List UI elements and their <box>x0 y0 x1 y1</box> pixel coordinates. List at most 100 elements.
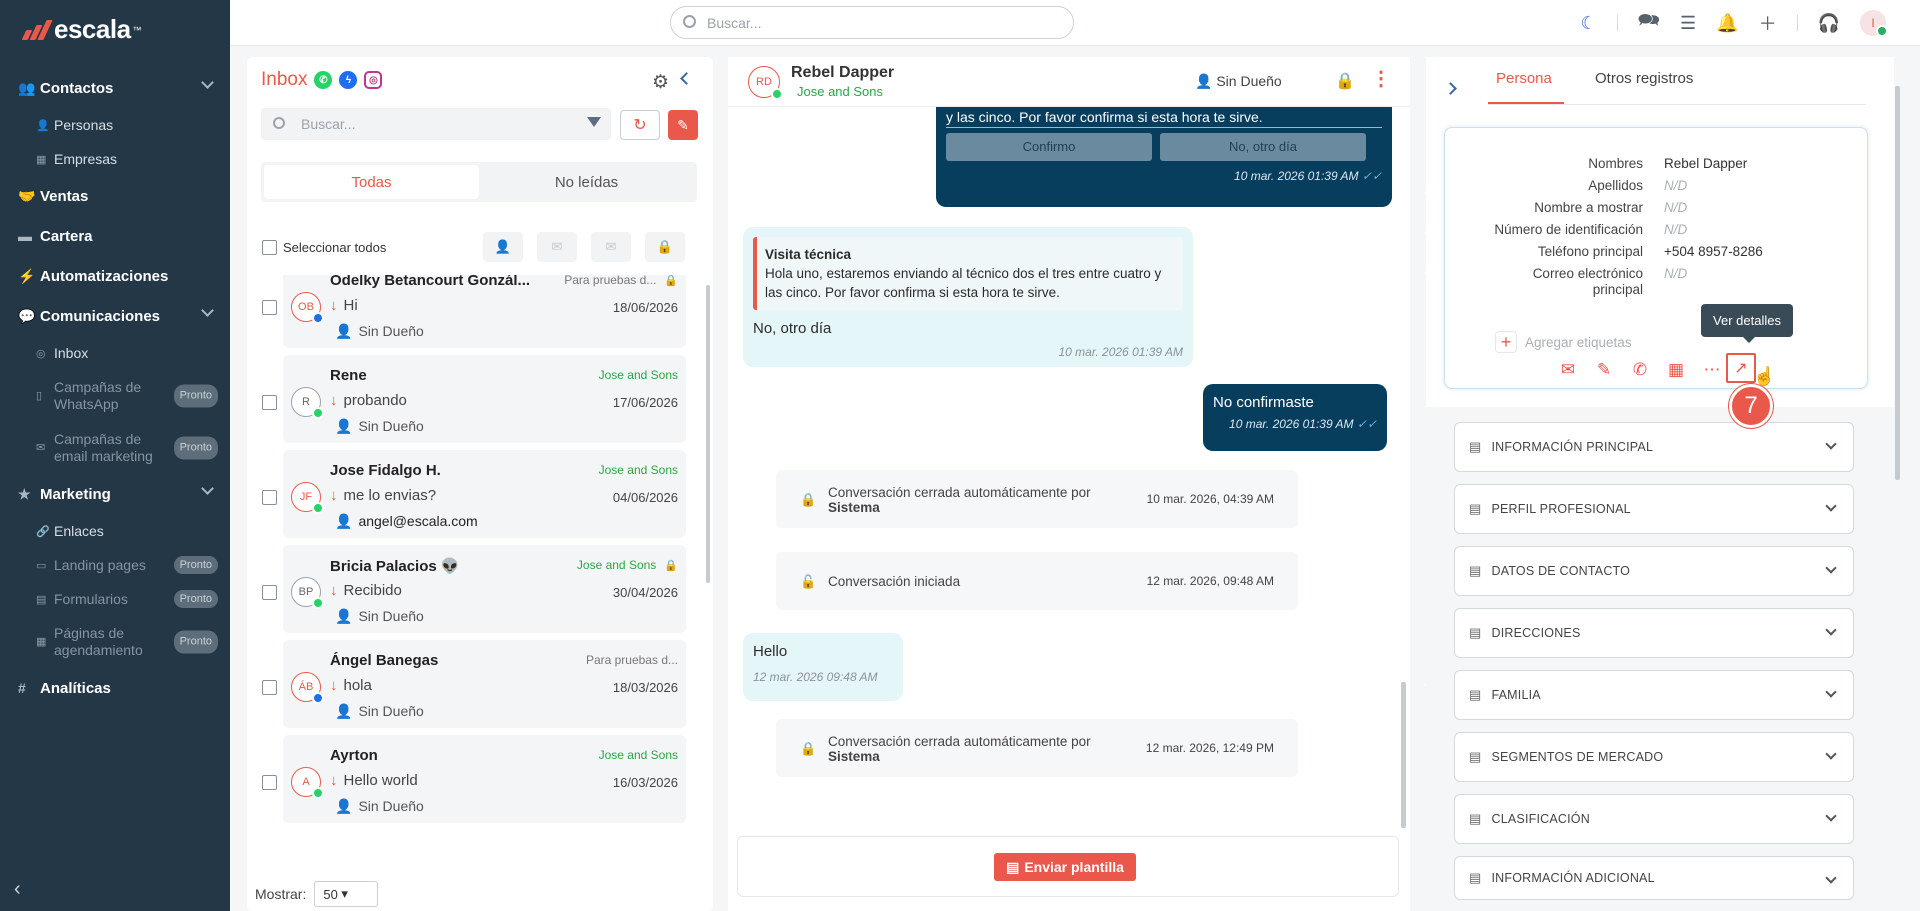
conversation-card[interactable]: OB Odelky Betancourt Gonzál... Para prue… <box>283 275 686 348</box>
detail-scrollbar[interactable] <box>1895 86 1900 480</box>
nav-marketing[interactable]: ★ Marketing <box>0 474 230 514</box>
tab-todas[interactable]: Todas <box>264 165 479 199</box>
select-all-label: Seleccionar todos <box>283 240 387 255</box>
nav-analiticas[interactable]: # Analíticas <box>0 668 1437 708</box>
bell-icon[interactable]: 🔔 <box>1716 13 1738 34</box>
section-title: DIRECCIONES <box>1491 626 1581 640</box>
nav-contactos[interactable]: 👥 Contactos <box>0 68 230 108</box>
owner-text: Sin Dueño <box>358 798 424 814</box>
section-familia[interactable]: ▤ FAMILIA <box>1454 670 1854 720</box>
calendar-icon[interactable]: ▦ <box>1665 360 1687 380</box>
assign-owner-button[interactable]: 👤 <box>483 232 523 262</box>
conversation-row[interactable]: BP Bricia Palacios 👽 Jose and Sons 🔒 ↓ Rec… <box>247 545 713 633</box>
section-direcciones[interactable]: ▤ DIRECCIONES <box>1454 608 1854 658</box>
mark-unread-button[interactable]: ✉ <box>591 232 631 262</box>
logo[interactable]: escala ™ <box>21 14 142 45</box>
ai-assistant-icon[interactable]: ☾ <box>1580 13 1596 34</box>
list-icon[interactable]: ☰ <box>1680 13 1696 34</box>
inbox-scrollbar[interactable] <box>706 285 710 583</box>
chat-scrollbar[interactable] <box>1401 682 1406 828</box>
mail-icon[interactable]: ✉ <box>1557 360 1579 380</box>
phone-icon[interactable]: ✆ <box>1629 360 1651 380</box>
gear-icon[interactable]: ⚙ <box>652 71 669 94</box>
add-tags-button[interactable]: + Agregar etiquetas <box>1495 331 1632 353</box>
more-vertical-icon[interactable]: ⋮ <box>1371 68 1391 90</box>
support-icon[interactable]: 🎧 <box>1818 13 1840 34</box>
mark-read-button[interactable]: ✉ <box>537 232 577 262</box>
chat-company[interactable]: Jose and Sons <box>797 84 883 99</box>
global-search-input[interactable]: Buscar... <box>670 6 1074 39</box>
view-details-button[interactable]: ↗ <box>1726 353 1756 383</box>
tab-otros-registros[interactable]: Otros registros <box>1595 70 1693 87</box>
nav-personas[interactable]: 👤 Personas <box>0 108 230 142</box>
tag-icon: ▤ <box>1469 687 1482 702</box>
conversation-card[interactable]: A Ayrton Jose and Sons ↓ Hello world 16/0… <box>283 735 686 823</box>
tab-persona[interactable]: Persona <box>1496 70 1552 87</box>
nav-landing[interactable]: ▭ Landing pages Pronto <box>0 548 230 582</box>
conversation-row[interactable]: OB Odelky Betancourt Gonzál... Para prue… <box>247 275 713 348</box>
inbox-search-input[interactable]: Buscar... <box>261 108 611 140</box>
nav-empresas[interactable]: ▦ Empresas <box>0 142 230 176</box>
collapse-sidebar-icon[interactable]: ‹ <box>14 878 21 901</box>
chevron-right-icon[interactable] <box>1444 82 1457 95</box>
section-informacion-adicional[interactable]: ▤ INFORMACIÓN ADICIONAL <box>1454 856 1854 900</box>
collapse-inbox-icon[interactable] <box>680 72 693 85</box>
refresh-button[interactable]: ↻ <box>620 110 660 140</box>
conversation-row[interactable]: JF Jose Fidalgo H. Jose and Sons ↓ me lo … <box>247 450 713 538</box>
chat-contact-name[interactable]: Rebel Dapper <box>791 64 894 82</box>
row-checkbox[interactable] <box>262 585 277 600</box>
message-time: 10 mar. 2026 01:39 AM ✓✓ <box>1213 417 1377 431</box>
whatsapp-badge-icon <box>312 787 324 799</box>
nav-campanas-whatsapp[interactable]: ▯ Campañas de WhatsApp Pronto <box>0 370 230 422</box>
nav-campanas-email[interactable]: ✉ Campañas de email marketing Pronto <box>0 422 230 474</box>
chat-owner[interactable]: 👤 Sin Dueño <box>1195 73 1282 90</box>
row-checkbox[interactable] <box>262 395 277 410</box>
row-checkbox[interactable] <box>262 775 277 790</box>
event-text: Conversación cerrada automáticamente por <box>828 485 1091 500</box>
send-template-button[interactable]: ▤ Enviar plantilla <box>994 853 1136 881</box>
lock-icon[interactable]: 🔒 <box>1335 71 1355 91</box>
section-clasificacion[interactable]: ▤ CLASIFICACIÓN <box>1454 794 1854 844</box>
nav-paginas-agendamiento[interactable]: ▦ Páginas de agendamiento Pronto <box>0 616 230 668</box>
user-avatar[interactable]: I <box>1860 10 1888 37</box>
contact-avatar[interactable]: RD <box>748 66 783 100</box>
section-perfil-profesional[interactable]: ▤ PERFIL PROFESIONAL <box>1454 484 1854 534</box>
nav-enlaces[interactable]: 🔗 Enlaces <box>0 514 230 548</box>
company-tag: Jose and Sons <box>599 463 678 477</box>
conversation-row[interactable]: ÁB Ángel Banegas Para pruebas d... ↓ hola… <box>247 640 713 728</box>
conversation-card[interactable]: ÁB Ángel Banegas Para pruebas d... ↓ hola… <box>283 640 686 728</box>
row-checkbox[interactable] <box>262 490 277 505</box>
tab-no-leidas[interactable]: No leídas <box>479 165 694 199</box>
page-size-select[interactable]: 50 ▾ <box>314 881 379 907</box>
chat-bubbles-icon[interactable]: 🗪 <box>1638 8 1660 38</box>
event-time: 10 mar. 2026, 04:39 AM <box>1146 492 1274 506</box>
section-segmentos-de-mercado[interactable]: ▤ SEGMENTOS DE MERCADO <box>1454 732 1854 782</box>
nav-formularios[interactable]: ▤ Formularios Pronto <box>0 582 230 616</box>
nav-ventas[interactable]: 🤝 Ventas <box>0 176 1437 216</box>
plus-icon[interactable]: ＋ <box>1759 10 1777 36</box>
row-checkbox[interactable] <box>262 300 277 315</box>
select-all[interactable]: Seleccionar todos <box>262 240 386 255</box>
conversation-card[interactable]: BP Bricia Palacios 👽 Jose and Sons 🔒 ↓ Rec… <box>283 545 686 633</box>
section-datos-de-contacto[interactable]: ▤ DATOS DE CONTACTO <box>1454 546 1854 596</box>
close-conversation-button[interactable]: 🔒 <box>645 232 685 262</box>
conversation-row[interactable]: A Ayrton Jose and Sons ↓ Hello world 16/0… <box>247 735 713 823</box>
filter-icon[interactable] <box>587 117 601 127</box>
quick-reply-button[interactable]: No, otro día <box>1160 133 1366 161</box>
conversation-card[interactable]: JF Jose Fidalgo H. Jose and Sons ↓ me lo … <box>283 450 686 538</box>
nav-automatizaciones[interactable]: ⚡ Automatizaciones <box>0 256 1437 296</box>
nav-inbox[interactable]: ◎ Inbox <box>0 336 230 370</box>
row-checkbox[interactable] <box>262 680 277 695</box>
section-informacion-principal[interactable]: ▤ INFORMACIÓN PRINCIPAL <box>1454 422 1854 472</box>
compose-button[interactable]: ✎ <box>668 110 698 140</box>
edit-icon[interactable]: ✎ <box>1593 360 1615 380</box>
conversation-row[interactable]: R Rene Jose and Sons ↓ probando 17/06/202… <box>247 355 713 443</box>
nav-cartera[interactable]: ▬ Cartera <box>0 216 1437 256</box>
more-horizontal-icon[interactable]: ⋯ <box>1701 360 1723 380</box>
nav-comunicaciones[interactable]: 💬 Comunicaciones <box>0 296 230 336</box>
quick-reply-button[interactable]: Confirmo <box>946 133 1152 161</box>
contact-avatar: R <box>291 387 324 419</box>
person-icon: 👤 <box>335 608 353 624</box>
select-all-checkbox[interactable] <box>262 240 277 255</box>
conversation-card[interactable]: R Rene Jose and Sons ↓ probando 17/06/202… <box>283 355 686 443</box>
